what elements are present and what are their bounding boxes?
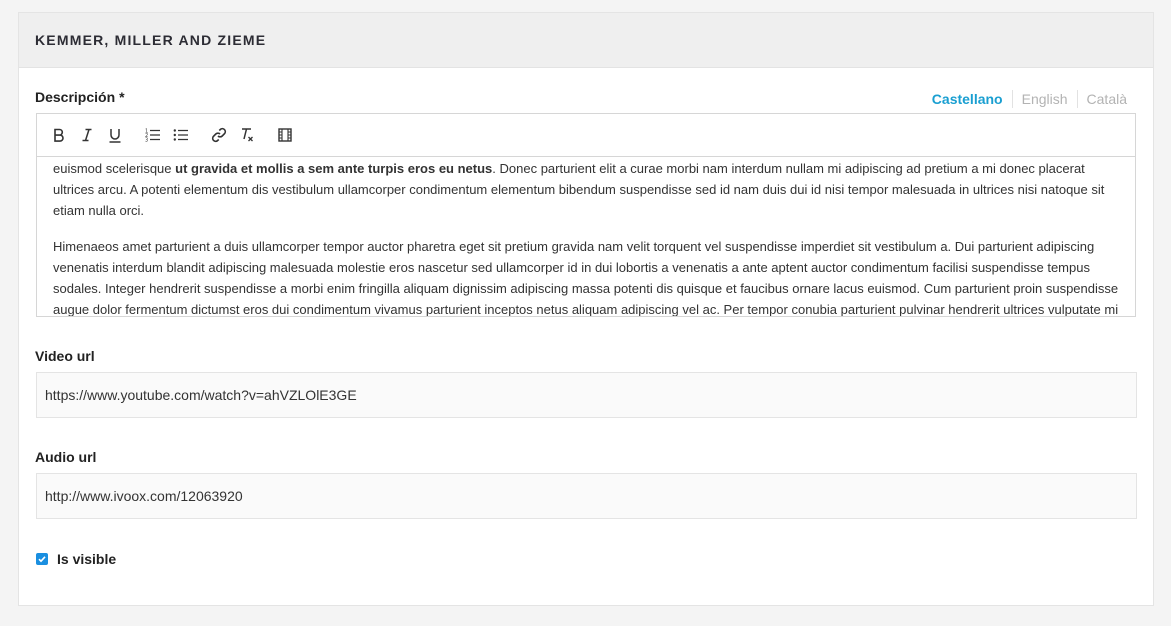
video-url-input[interactable] — [36, 372, 1137, 418]
editor-paragraph: euismod scelerisque ut gravida et mollis… — [53, 158, 1119, 221]
tab-english[interactable]: English — [1011, 90, 1077, 108]
italic-icon[interactable] — [79, 127, 95, 143]
description-label-text: Descripción — [35, 89, 116, 105]
visibility-row: Is visible — [36, 551, 116, 567]
rich-text-editor: 123 euismod scelerisque ut gravida et mo… — [36, 113, 1136, 317]
bold-icon[interactable] — [51, 127, 67, 143]
record-card: KEMMER, MILLER AND ZIEME Descripción * Ca… — [18, 12, 1154, 606]
required-mark: * — [119, 89, 125, 105]
is-visible-checkbox[interactable] — [36, 553, 48, 565]
editor-content[interactable]: euismod scelerisque ut gravida et mollis… — [37, 157, 1135, 316]
video-url-label: Video url — [35, 348, 95, 364]
editor-toolbar: 123 — [37, 114, 1135, 157]
audio-url-label: Audio url — [35, 449, 97, 465]
check-icon — [38, 556, 46, 563]
is-visible-label: Is visible — [57, 551, 117, 567]
svg-text:3: 3 — [145, 138, 148, 143]
paragraph-text: euismod scelerisque — [53, 161, 176, 176]
language-tabs: Castellano English Català — [923, 90, 1136, 108]
description-label: Descripción * — [35, 89, 125, 105]
bullet-list-icon[interactable] — [173, 127, 189, 143]
tab-castellano[interactable]: Castellano — [923, 90, 1012, 108]
video-icon[interactable] — [277, 127, 293, 143]
link-icon[interactable] — [211, 127, 227, 143]
card-title: KEMMER, MILLER AND ZIEME — [35, 32, 267, 48]
ordered-list-icon[interactable]: 123 — [145, 127, 161, 143]
clear-format-icon[interactable] — [239, 127, 255, 143]
paragraph-bold-text: ut gravida et mollis a sem ante turpis e… — [175, 161, 493, 176]
audio-url-input[interactable] — [36, 473, 1137, 519]
card-header: KEMMER, MILLER AND ZIEME — [19, 13, 1153, 68]
underline-icon[interactable] — [107, 127, 123, 143]
tab-catala[interactable]: Català — [1076, 90, 1136, 108]
editor-paragraph: Himenaeos amet parturient a duis ullamco… — [53, 239, 1119, 316]
